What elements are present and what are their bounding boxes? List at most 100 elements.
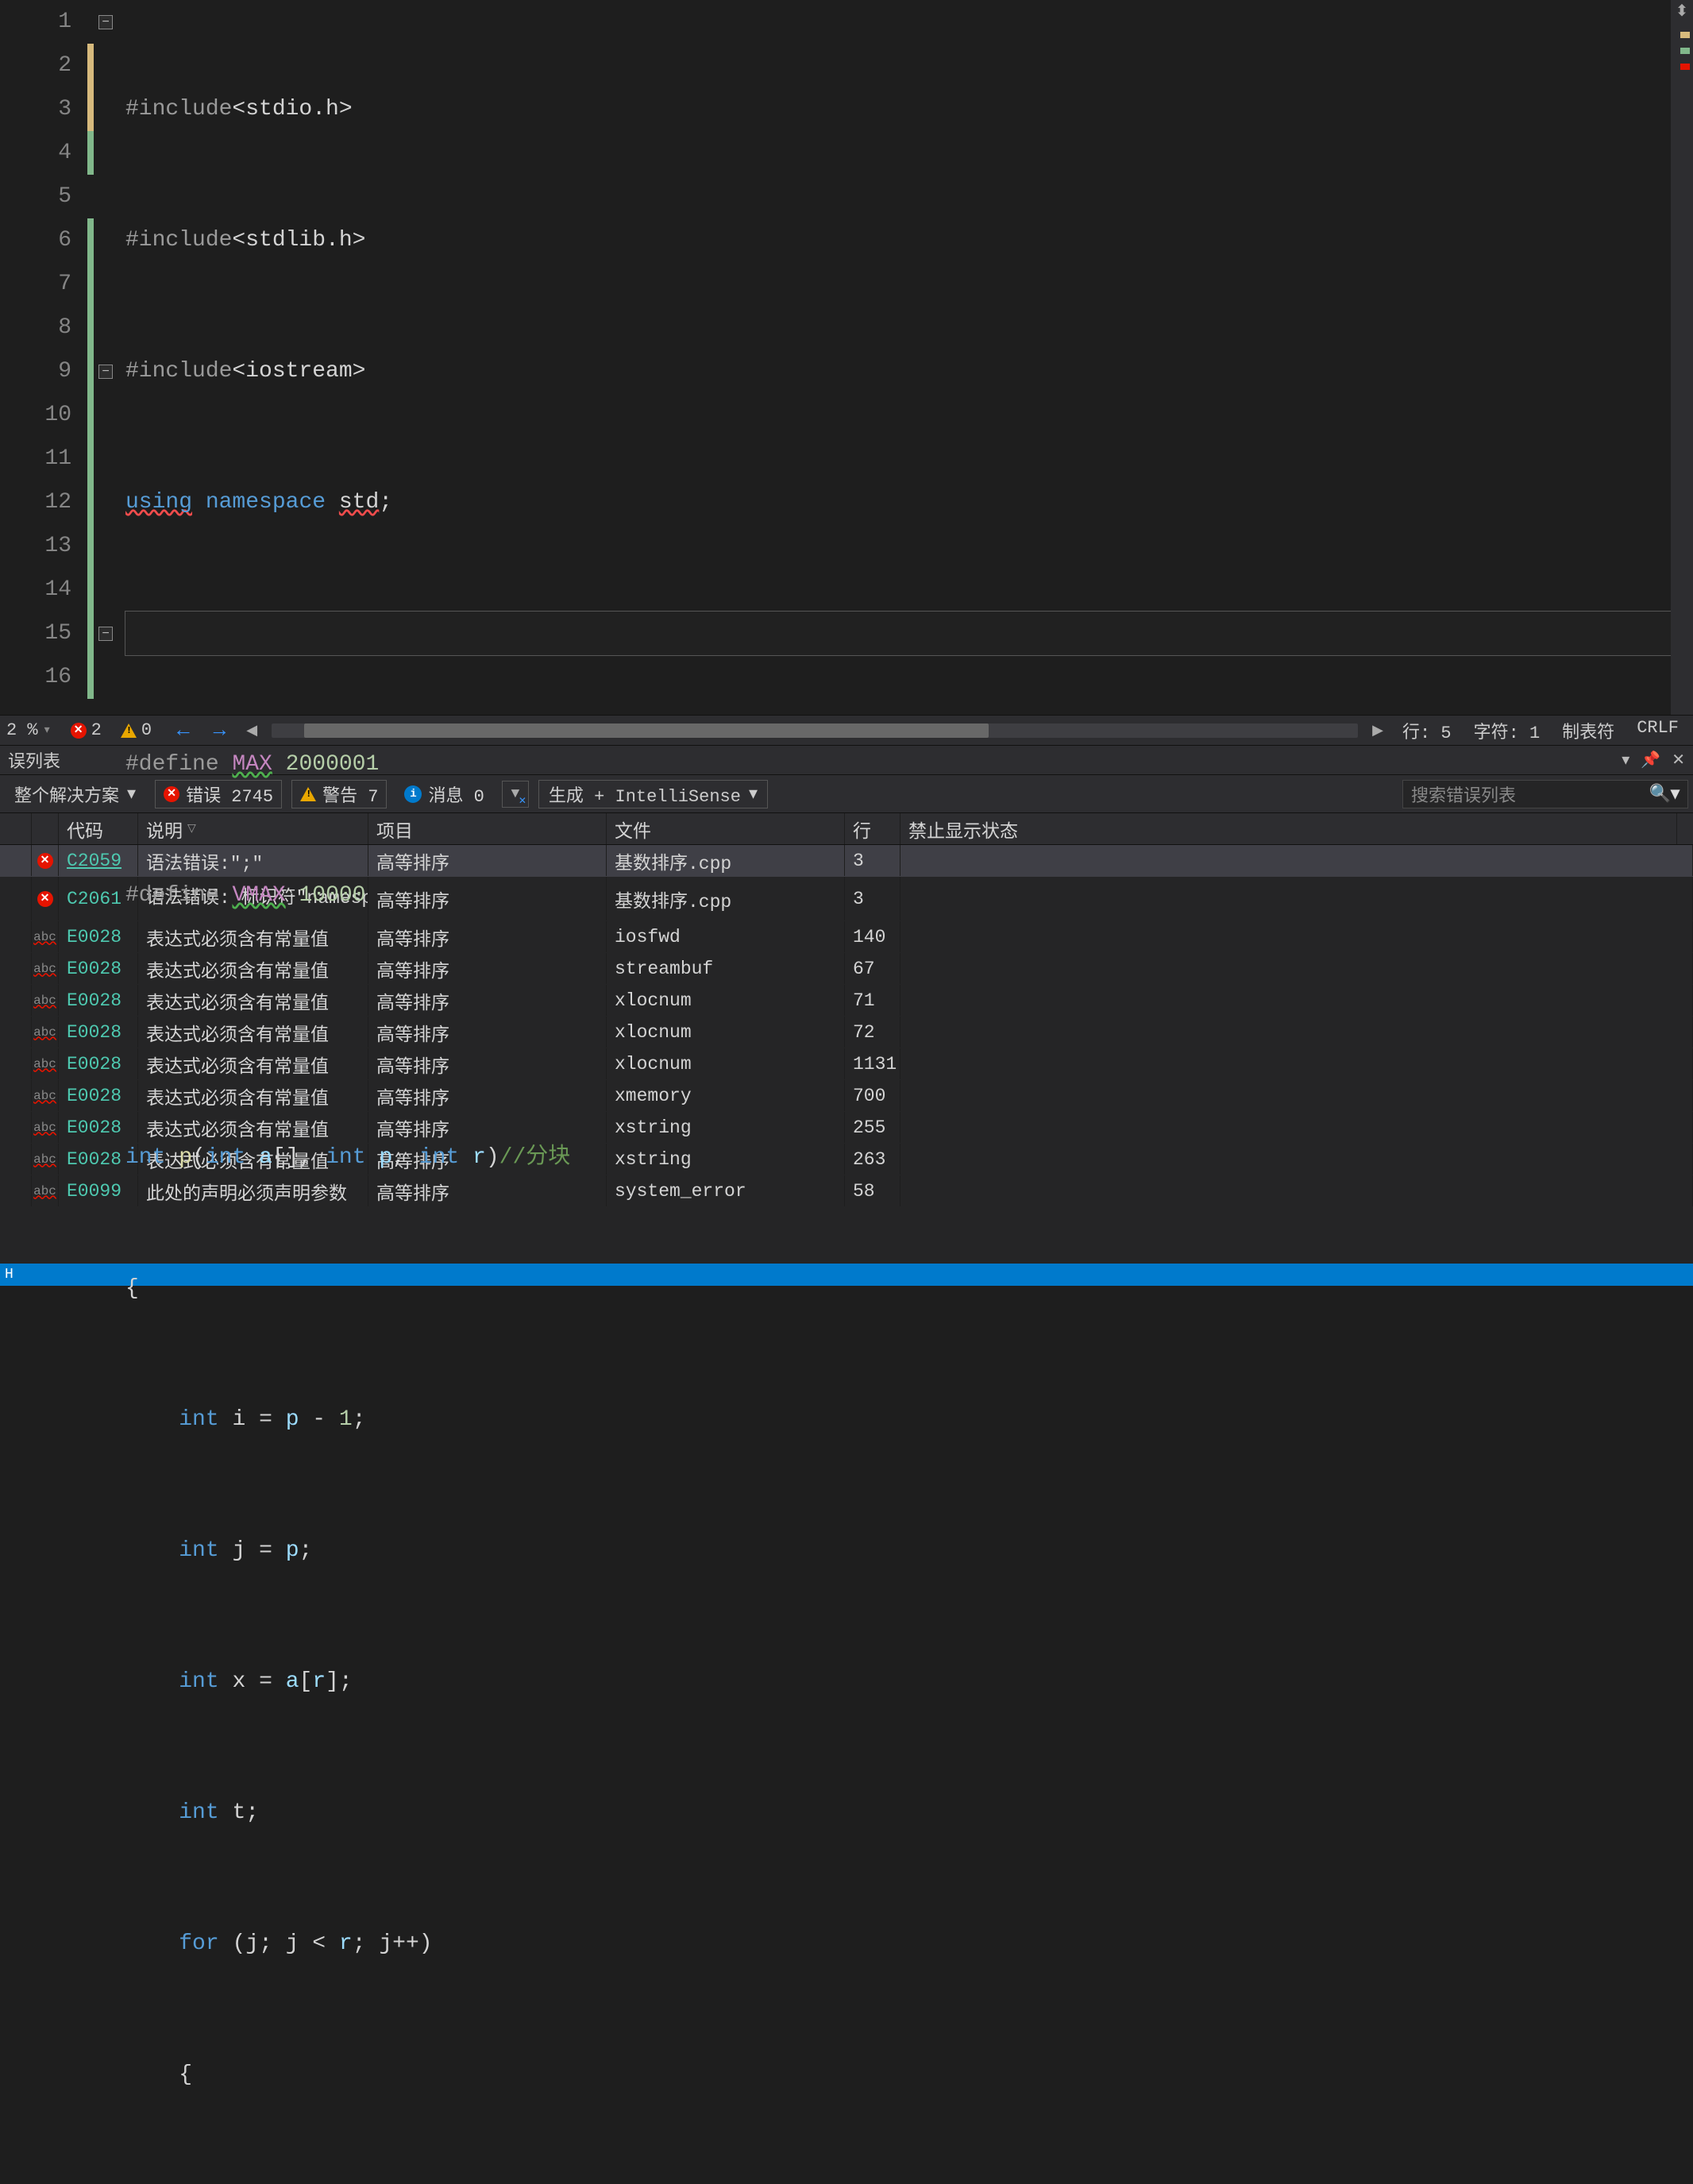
code-editor[interactable]: 1 2 3 4 5 6 7 8 9 10 11 12 13 14 15 16 − (0, 0, 1693, 715)
horizontal-scrollbar[interactable] (272, 723, 1358, 738)
keyword: namespace (206, 490, 326, 515)
scrollbar-thumb[interactable] (304, 723, 989, 738)
intellisense-icon: abc (33, 962, 56, 976)
solution-scope-dropdown[interactable]: 整个解决方案 ▾ (5, 780, 145, 808)
op: = (245, 1407, 285, 1432)
identifier: t (232, 1800, 245, 1825)
error-count-badge[interactable]: ✕ 2 (61, 720, 111, 740)
identifier: j (379, 1931, 392, 1956)
error-icon: ✕ (37, 891, 53, 907)
punct: ; (245, 1800, 259, 1825)
preproc-directive: #include (125, 97, 232, 122)
punct: ] (326, 1669, 339, 1694)
header-icon[interactable] (32, 813, 59, 844)
fold-toggle-icon[interactable]: − (98, 15, 113, 29)
zoom-level[interactable]: 2 % (0, 720, 44, 740)
number: 10000 (299, 883, 365, 908)
op: ++) (392, 1931, 432, 1956)
error-icon: ✕ (37, 853, 53, 869)
punct: ; (339, 1669, 353, 1694)
line-number: 3 (0, 87, 71, 131)
identifier: x (232, 1669, 245, 1694)
punct: [] (272, 1145, 299, 1170)
intellisense-icon: abc (33, 930, 56, 944)
number: 1 (339, 1407, 353, 1432)
line-number: 11 (0, 437, 71, 480)
line-number: 14 (0, 568, 71, 612)
intellisense-icon: abc (33, 1057, 56, 1071)
preproc-directive: #include (125, 359, 232, 384)
punct: ( (219, 1931, 246, 1956)
line-number: 4 (0, 131, 71, 175)
identifier: p (286, 1538, 299, 1563)
split-handle-icon[interactable]: ⬍ (1671, 0, 1693, 22)
identifier: j (245, 1931, 259, 1956)
punct: ; (259, 1931, 286, 1956)
line-number-gutter: 1 2 3 4 5 6 7 8 9 10 11 12 13 14 15 16 (0, 0, 87, 715)
punct: [ (299, 1669, 313, 1694)
error-code-link[interactable]: C2059 (67, 851, 121, 871)
error-code-link[interactable]: E0028 (67, 1117, 121, 1138)
error-code-link[interactable]: E0028 (67, 959, 121, 979)
punct: , (392, 1145, 419, 1170)
code-content[interactable]: #include<stdio.h> #include<stdlib.h> #in… (118, 0, 1693, 715)
preproc-directive: #define (125, 752, 219, 777)
identifier: i (232, 1407, 245, 1432)
line-number: 2 (0, 44, 71, 87)
header-blank[interactable] (0, 813, 32, 844)
header-name: <stdlib.h> (232, 228, 365, 253)
error-count: 2 (91, 720, 102, 740)
header-name: <stdio.h> (232, 97, 352, 122)
punct: ; (299, 1538, 313, 1563)
zoom-dropdown-icon[interactable]: ▾ (44, 723, 61, 737)
intellisense-icon: abc (33, 1089, 56, 1103)
type: int (326, 1145, 365, 1170)
type: int (179, 1800, 218, 1825)
op: - (299, 1407, 339, 1432)
type: int (179, 1669, 218, 1694)
error-code-link[interactable]: E0028 (67, 1149, 121, 1170)
fold-toggle-icon[interactable]: − (98, 627, 113, 641)
function-name: p (179, 1145, 192, 1170)
punct: ; (353, 1407, 366, 1432)
error-code-link[interactable]: E0028 (67, 927, 121, 947)
brace: { (179, 2062, 192, 2087)
change-indicator-bar (87, 0, 94, 715)
fold-toggle-icon[interactable]: − (98, 365, 113, 379)
line-number: 10 (0, 393, 71, 437)
warning-icon (300, 787, 316, 801)
param: a (259, 1145, 272, 1170)
macro-name: MAX (232, 752, 272, 777)
error-code-link[interactable]: E0028 (67, 1022, 121, 1043)
line-number: 13 (0, 524, 71, 568)
param: p (379, 1145, 392, 1170)
clear-filter-button[interactable]: ▼ ✕ (502, 781, 529, 808)
op: < (299, 1931, 338, 1956)
header-name: <iostream> (232, 359, 365, 384)
line-number: 5 (0, 175, 71, 218)
number: 2000001 (286, 752, 380, 777)
line-number: 8 (0, 306, 71, 349)
type: int (125, 1145, 165, 1170)
line-number: 16 (0, 655, 71, 699)
identifier: j (232, 1538, 245, 1563)
error-code-link[interactable]: E0099 (67, 1181, 121, 1202)
overview-ruler[interactable]: ⬍ (1671, 0, 1693, 715)
line-number: 15 (0, 612, 71, 655)
error-code-link[interactable]: E0028 (67, 990, 121, 1011)
identifier: j (286, 1931, 299, 1956)
intellisense-icon: abc (33, 994, 56, 1008)
type: int (179, 1538, 218, 1563)
type: int (206, 1145, 245, 1170)
error-code-link[interactable]: E0028 (67, 1054, 121, 1075)
identifier: r (312, 1669, 326, 1694)
error-code-link[interactable]: E0028 (67, 1086, 121, 1106)
clear-icon: ✕ (519, 795, 526, 807)
line-number: 7 (0, 262, 71, 306)
current-line[interactable] (125, 612, 1693, 655)
error-code-link[interactable]: C2061 (67, 889, 121, 909)
keyword: for (179, 1931, 218, 1956)
fold-column[interactable]: − − − (94, 0, 118, 715)
status-text: H (5, 1267, 13, 1283)
type: int (419, 1145, 459, 1170)
